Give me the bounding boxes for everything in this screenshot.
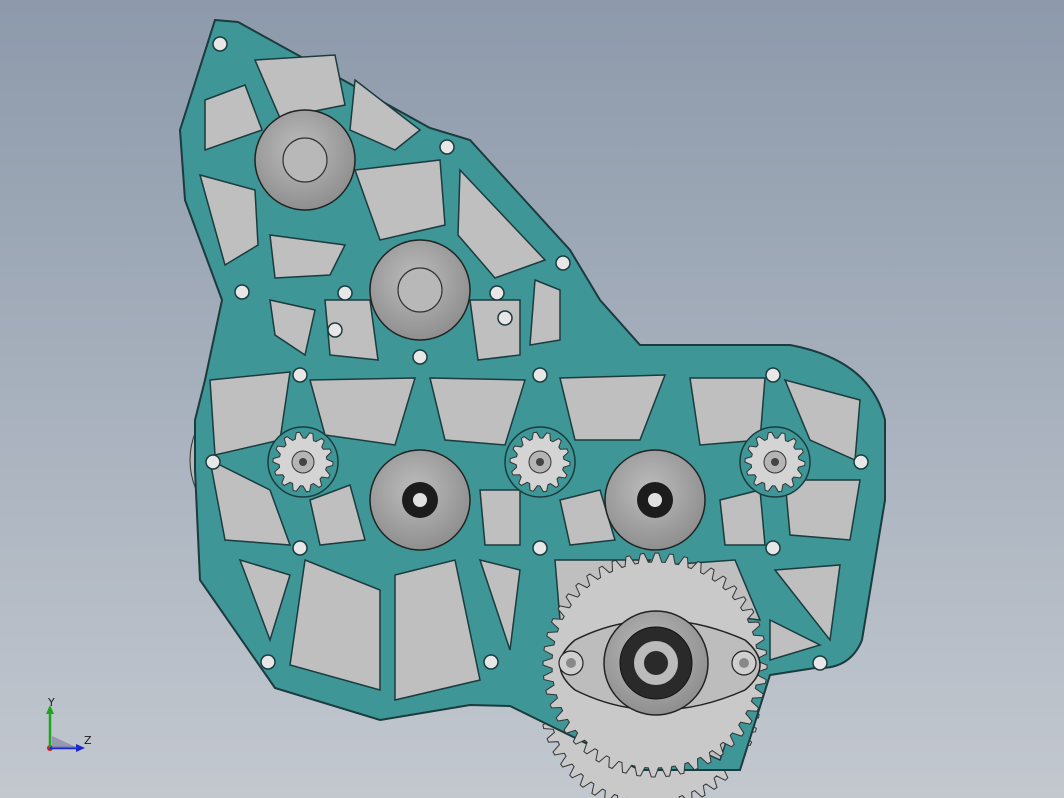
axis-triad: Y Z: [38, 696, 98, 760]
mount-hole: [292, 540, 308, 556]
plate-window: [529, 278, 561, 346]
mount-hole: [765, 367, 781, 383]
mount-hole: [260, 654, 276, 670]
mount-hole: [489, 285, 505, 301]
pinion-shaft: [299, 458, 307, 466]
mount-hole: [439, 139, 455, 155]
z-axis-label: Z: [84, 734, 92, 747]
mount-hole: [234, 284, 250, 300]
mount-hole: [483, 654, 499, 670]
gearbox-model-view[interactable]: [0, 0, 1064, 798]
flange-bolt-head: [566, 658, 576, 668]
plate-window: [719, 489, 766, 546]
graphics-viewport[interactable]: Y Z: [0, 0, 1064, 798]
mount-hole: [765, 540, 781, 556]
mount-hole: [205, 454, 221, 470]
mount-hole: [412, 349, 428, 365]
hub-pin: [413, 493, 427, 507]
plate-window: [479, 489, 521, 546]
pinion-shaft: [536, 458, 544, 466]
mount-hole: [292, 367, 308, 383]
output-flange[interactable]: [542, 552, 768, 778]
mount-hole: [327, 322, 343, 338]
hub-bore: [397, 267, 443, 313]
flange-bolt-head: [739, 658, 749, 668]
mount-hole: [497, 310, 513, 326]
plate-window: [469, 299, 521, 361]
pinion-shaft: [771, 458, 779, 466]
hub-pin: [648, 493, 662, 507]
mount-hole: [532, 540, 548, 556]
mount-hole: [853, 454, 869, 470]
triad-plane: [52, 736, 78, 748]
mount-hole: [555, 255, 571, 271]
bearing-inner: [644, 651, 668, 675]
mount-hole: [812, 655, 828, 671]
mount-hole: [212, 36, 228, 52]
mount-hole: [337, 285, 353, 301]
mount-hole: [532, 367, 548, 383]
y-axis-label: Y: [48, 696, 55, 709]
hub-bore: [282, 137, 328, 183]
